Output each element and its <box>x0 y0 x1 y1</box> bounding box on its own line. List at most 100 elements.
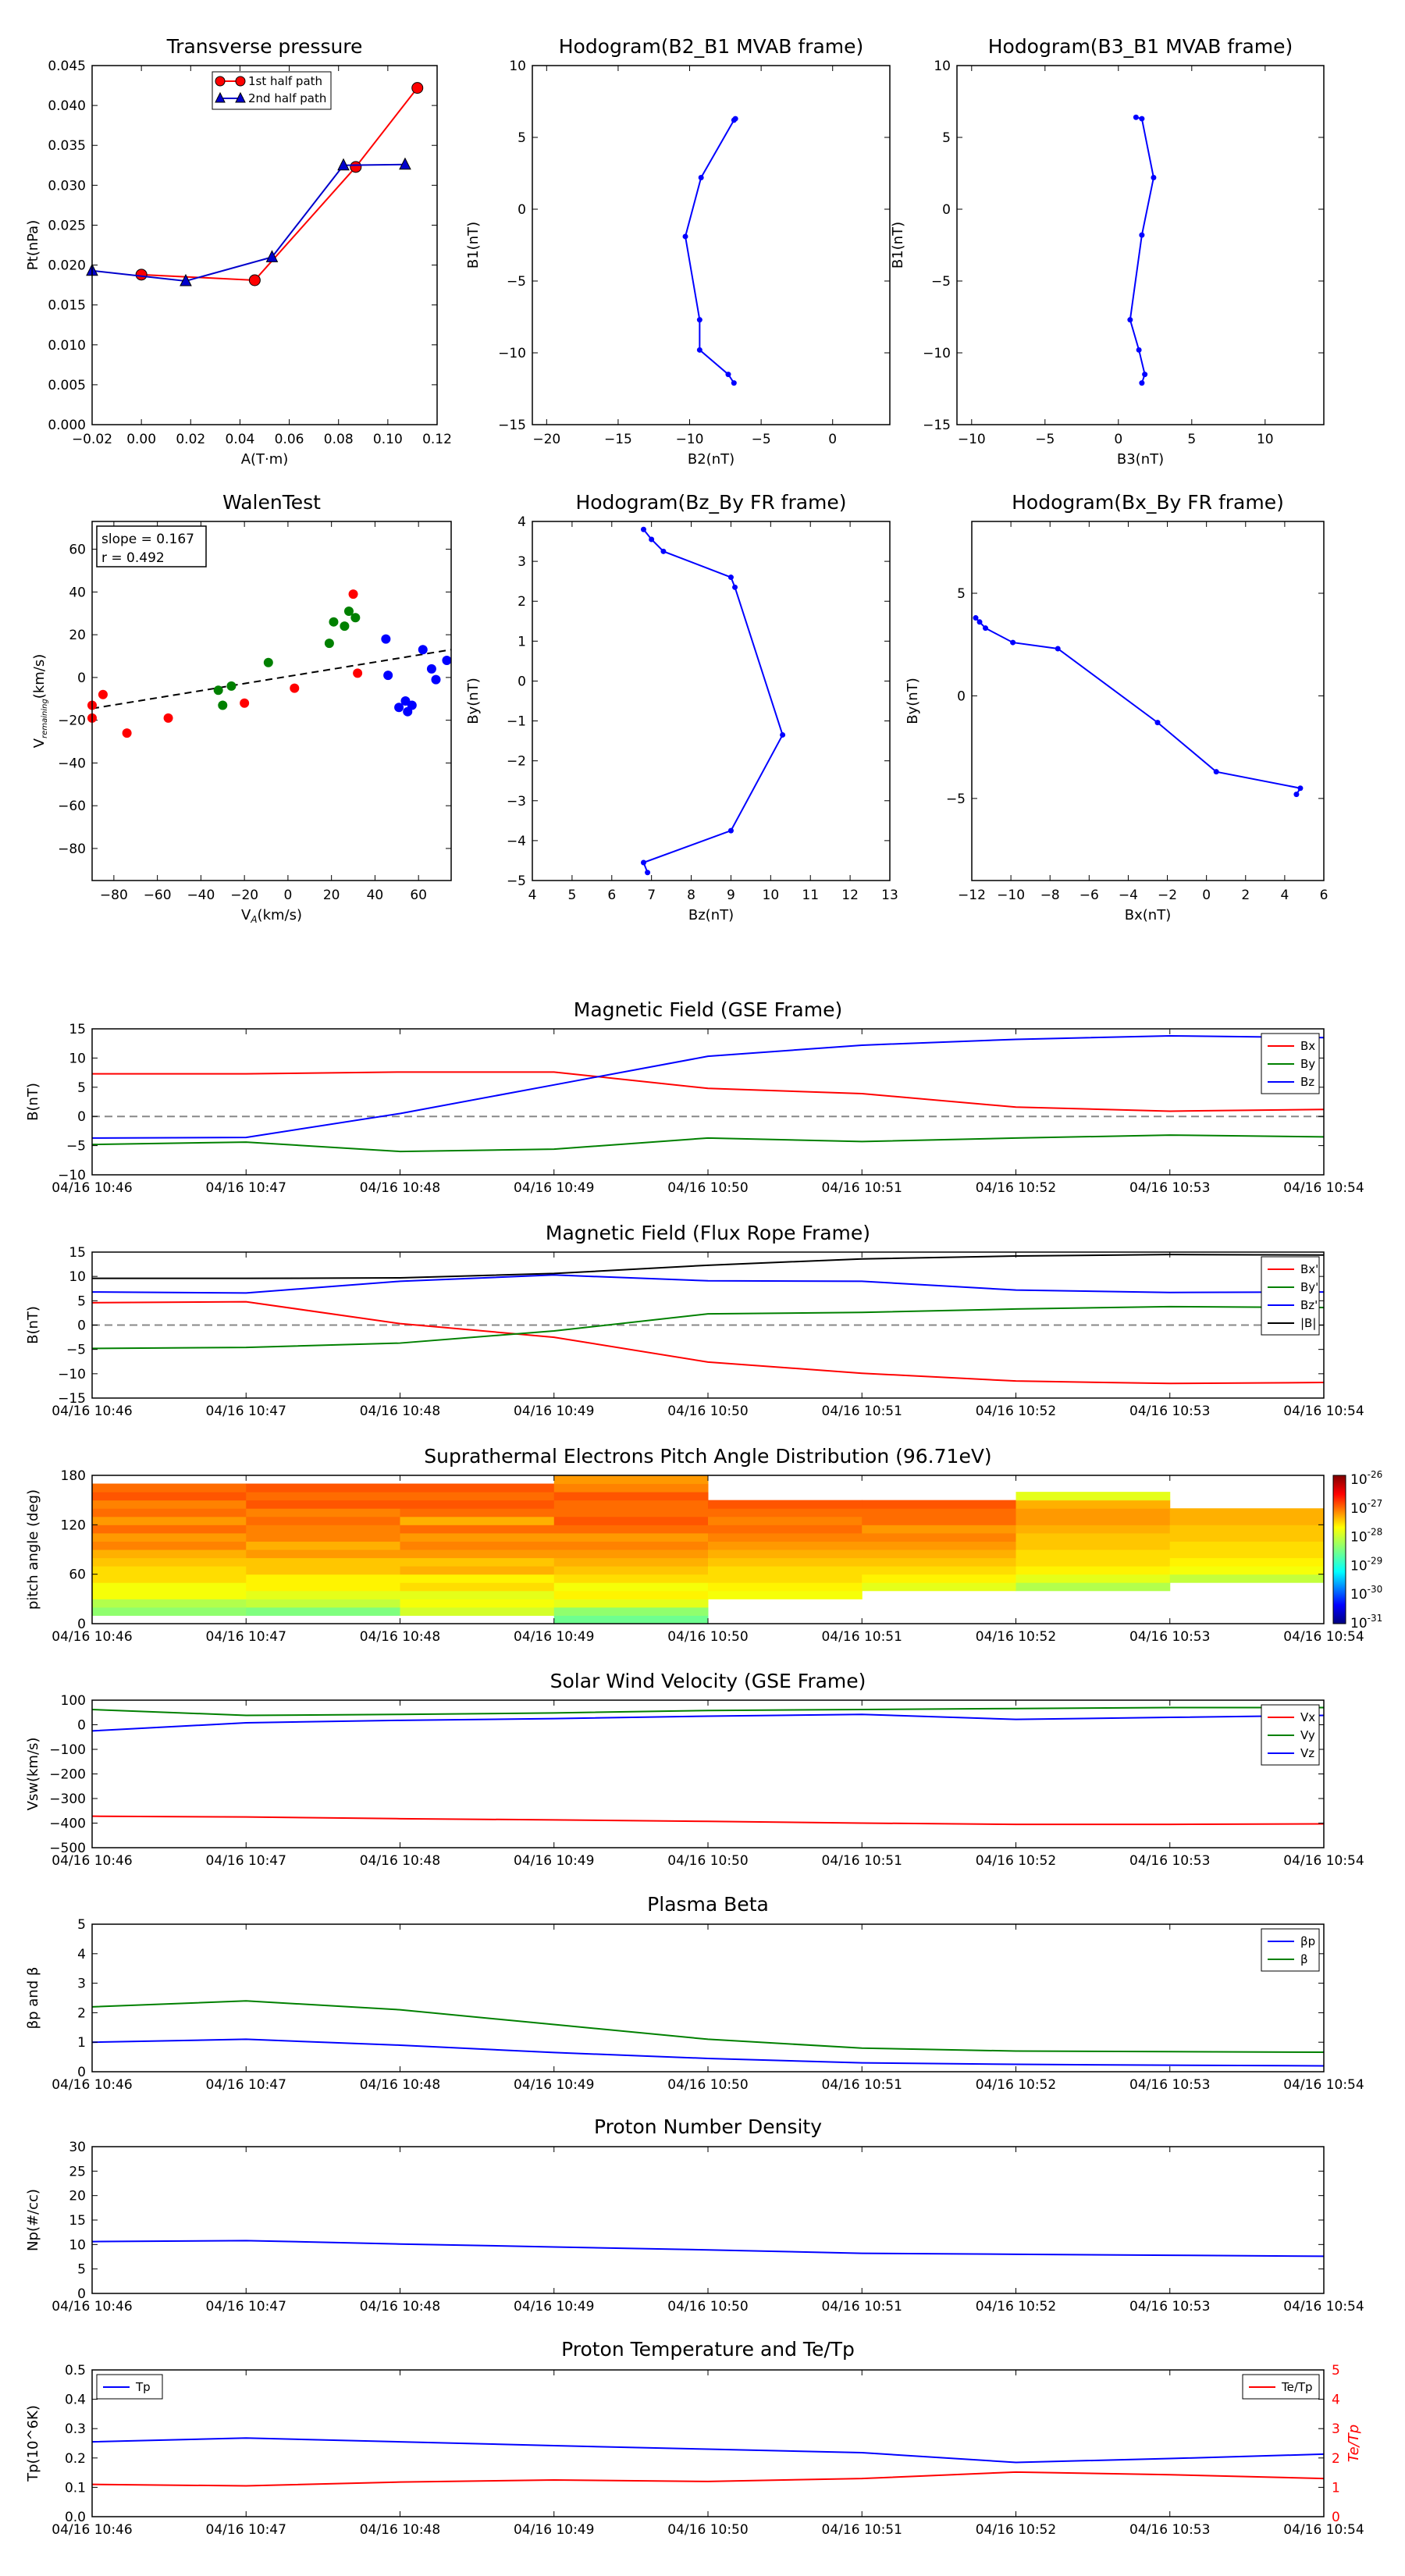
y-tick-label: 0 <box>77 1109 86 1125</box>
series-line-3 <box>92 1254 1325 1279</box>
y-tick-label: −100 <box>49 1742 86 1758</box>
heatmap-cell <box>708 1525 863 1534</box>
heatmap-cell <box>1016 1541 1171 1550</box>
heatmap-cell <box>553 1574 709 1583</box>
data-point <box>248 274 261 286</box>
data-point <box>645 870 651 876</box>
x-axis-label: B2(nT) <box>688 451 735 468</box>
colorbar-tick-base: 10 <box>1350 1587 1368 1603</box>
y-tick-label: 40 <box>69 585 86 600</box>
heatmap-cell <box>708 1500 863 1509</box>
y-tick-label: 0.1 <box>65 2480 86 2496</box>
heatmap-cell <box>862 1557 1016 1567</box>
panel-title: Plasma Beta <box>647 1893 769 1916</box>
x-tick-label: 04/16 10:51 <box>822 1853 902 1869</box>
x-axis-label: VA(km/s) <box>241 907 302 925</box>
data-point <box>1297 785 1304 792</box>
heatmap-cells <box>92 1475 1325 1624</box>
data-point <box>381 634 391 644</box>
x-tick-label: 04/16 10:53 <box>1129 1180 1210 1196</box>
y-tick-label: 60 <box>69 1567 86 1583</box>
x-tick-label: 04/16 10:51 <box>822 2077 902 2093</box>
heatmap-cell <box>553 1566 709 1575</box>
x-tick-label: 04/16 10:49 <box>514 1629 594 1645</box>
x-tick-label: 7 <box>647 888 656 903</box>
panel-mag_fr: Magnetic Field (Flux Rope Frame)−15−10−5… <box>25 1222 1364 1419</box>
y-tick-label: 1 <box>77 2035 86 2051</box>
x-tick-label: 04/16 10:46 <box>52 2299 132 2314</box>
panel-hodogram_b2_b1: Hodogram(B2_B1 MVAB frame) −20 −15 −10 −5 0 −1… <box>465 35 891 468</box>
panel-walen_test: WalenTest −80 −60 −40 −20 0 20 40 60 −80 −60 −40 −20… <box>31 491 452 925</box>
heatmap-cell <box>862 1508 1016 1517</box>
legend-label: 2nd half path <box>248 91 326 105</box>
y-tick-label: 25 <box>69 2164 86 2179</box>
series-line-0 <box>92 1071 1325 1112</box>
x-tick-label: 4 <box>528 888 537 903</box>
heatmap-cell <box>92 1532 247 1542</box>
heatmap-cell <box>92 1550 247 1559</box>
y-tick-label: 4 <box>77 1947 86 1962</box>
y-tick-label: 60 <box>69 543 86 558</box>
y-tick-label: 15 <box>69 2213 86 2229</box>
y-tick-label: −5 <box>931 274 951 290</box>
heatmap-cell <box>246 1516 400 1525</box>
y-tick-label: −400 <box>49 1816 86 1832</box>
x-tick-label: 60 <box>410 888 427 903</box>
legend-label: 1st half path <box>248 74 322 88</box>
y-axis-label: B(nT) <box>25 1083 41 1121</box>
data-point <box>1055 646 1061 652</box>
data-point <box>263 657 273 667</box>
axes-frame <box>91 2369 1325 2517</box>
series-line-1 <box>91 1305 1325 1350</box>
panel-hodogram_b3_b1: Hodogram(B3_B1 MVAB frame) −10 −5 0 5 10 −15 −1… <box>890 35 1325 468</box>
heatmap-cell <box>553 1590 709 1599</box>
heatmap-cell <box>1016 1566 1171 1575</box>
series-line-0 <box>91 2437 1325 2464</box>
data-point <box>1139 380 1145 386</box>
x-tick-label: 04/16 10:46 <box>52 1853 132 1869</box>
x-tick-label: −15 <box>604 432 632 447</box>
heatmap-cell <box>92 1500 247 1509</box>
x-tick-label: −20 <box>230 888 258 903</box>
x-tick-label: 10 <box>763 888 780 903</box>
legend-label: Bx <box>1300 1039 1315 1053</box>
y-tick-label: 5 <box>77 1917 86 1933</box>
heatmap-cell <box>708 1550 863 1559</box>
x-tick-label: 13 <box>881 888 898 903</box>
colorbar-gradient <box>1332 1475 1346 1624</box>
data-point <box>732 584 738 590</box>
y-axis-label: Tp(10^6K) <box>25 2405 41 2482</box>
heatmap-cell <box>553 1508 709 1517</box>
x-tick-label: 04/16 10:46 <box>52 1180 132 1196</box>
data-point <box>1133 114 1139 120</box>
annotation-box: slope = 0.167 r = 0.492 <box>96 525 207 568</box>
heatmap-cell <box>246 1492 400 1501</box>
heatmap-cell <box>400 1492 555 1501</box>
data-point <box>431 674 441 685</box>
x-tick-label: 0.08 <box>324 432 354 447</box>
x-tick-label: 04/16 10:48 <box>360 2077 440 2093</box>
series-line-1 <box>91 2471 1325 2487</box>
y-tick-label: −10 <box>498 346 526 361</box>
x-tick-label: 04/16 10:53 <box>1129 1404 1210 1419</box>
y-axis-label: B1(nT) <box>890 222 906 269</box>
x-tick-label: 04/16 10:52 <box>976 1180 1056 1196</box>
x-tick-label: 04/16 10:54 <box>1283 2077 1364 2093</box>
x-tick-label: 04/16 10:51 <box>822 2299 902 2314</box>
heatmap-cell <box>708 1574 863 1583</box>
heatmap-cell <box>92 1508 247 1517</box>
x-tick-label: 9 <box>727 888 735 903</box>
x-tick-label: 04/16 10:52 <box>976 2299 1056 2314</box>
y-tick-label: 0.4 <box>65 2393 86 2408</box>
data-point <box>426 664 436 674</box>
x-tick-label: −2 <box>1158 888 1177 903</box>
panel-title: Hodogram(B3_B1 MVAB frame) <box>988 35 1293 58</box>
panel-title: Solar Wind Velocity (GSE Frame) <box>550 1670 866 1692</box>
y-tick-label: 0.025 <box>48 218 86 233</box>
y-tick-label: 10 <box>69 1269 86 1285</box>
x-tick-label: −10 <box>676 432 704 447</box>
x-tick-label: 04/16 10:52 <box>976 1404 1056 1419</box>
data-point <box>348 589 358 600</box>
x-tick-label: 04/16 10:49 <box>514 2077 594 2093</box>
heatmap-cell <box>246 1566 400 1575</box>
